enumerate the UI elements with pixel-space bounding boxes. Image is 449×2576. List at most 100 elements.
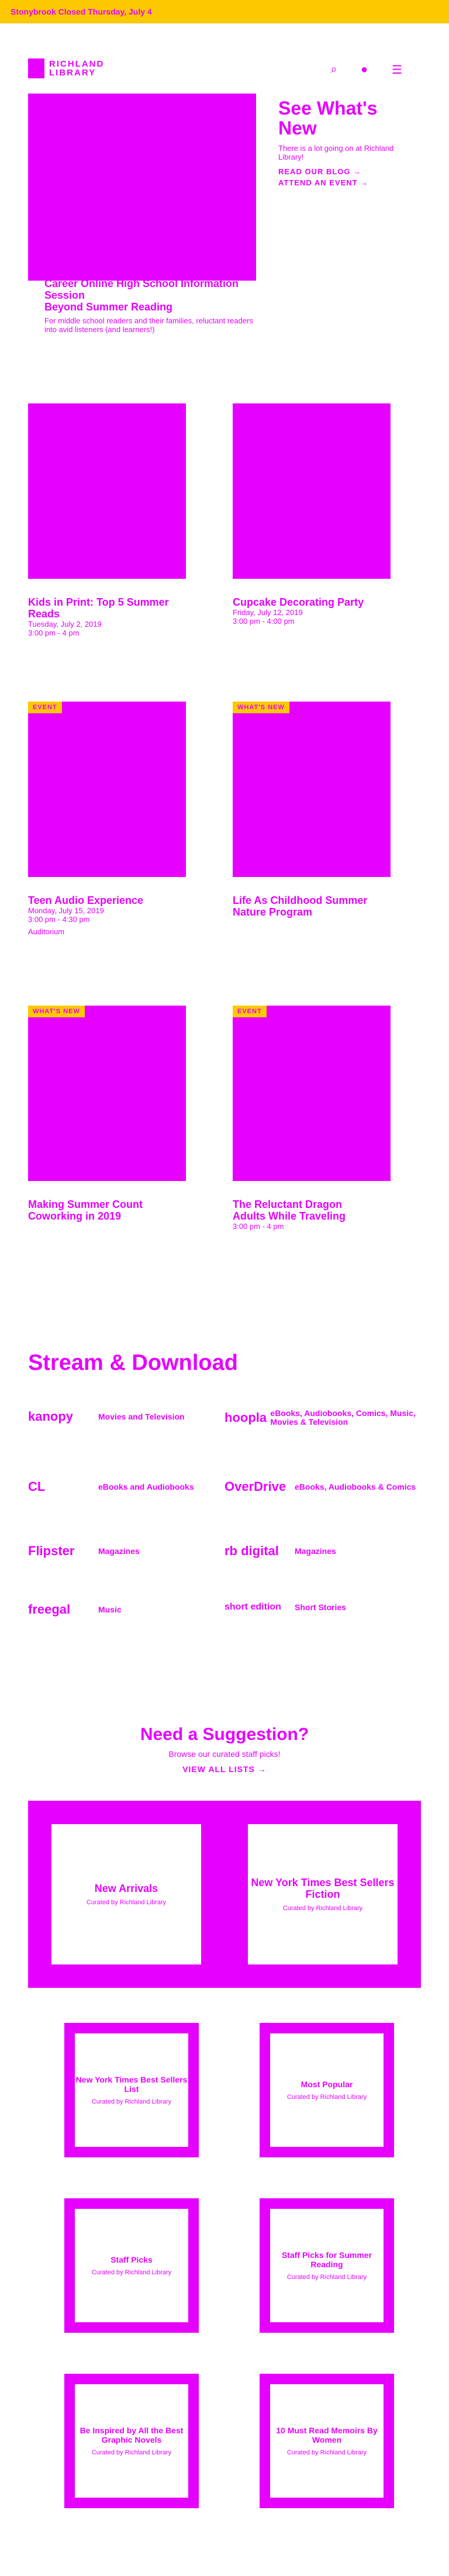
- list-card[interactable]: New York Times Best Sellers Fiction Curat…: [224, 1801, 421, 1988]
- list-sub: Curated by Richland Library: [91, 2269, 172, 2276]
- list-card[interactable]: 10 Must Read Memoirs By Women Curated by …: [260, 2374, 394, 2508]
- suggest-heading: Need a Suggestion?: [140, 1725, 309, 1744]
- card-subtitle: Adults While Traveling: [233, 1210, 346, 1222]
- overdrive-logo: OverDrive: [224, 1479, 286, 1494]
- flipster-logo: Flipster: [28, 1543, 75, 1558]
- news-card[interactable]: WHAT'S NEW Making Summer Count Coworking …: [28, 1006, 186, 1275]
- list-title: 10 Must Read Memoirs By Women: [276, 2426, 378, 2444]
- card-title: Kids in Print: Top 5 Summer Reads: [28, 596, 169, 620]
- stream-desc: eBooks and Audiobooks: [98, 1482, 194, 1491]
- card-badge: EVENT: [233, 1006, 267, 1017]
- card-subtitle: Coworking in 2019: [28, 1210, 122, 1222]
- list-title: Staff Picks for Summer Reading: [281, 2250, 372, 2269]
- card-title: Life As Childhood Summer Nature Program: [233, 895, 368, 918]
- card-image: [233, 403, 391, 579]
- stream-desc: Short Stories: [295, 1602, 346, 1612]
- card-time: 3:00 pm - 4 pm: [28, 629, 80, 637]
- hero-body: There is a lot going on at Richland Libr…: [278, 144, 394, 161]
- stream-item[interactable]: short edition Short Stories: [224, 1602, 417, 1612]
- search-icon[interactable]: ⌕: [327, 63, 340, 76]
- hero-text: See What's New There is a lot going on a…: [278, 98, 419, 187]
- hero-heading: See What's New: [278, 98, 378, 139]
- list-card[interactable]: Staff Picks Curated by Richland Library: [64, 2198, 199, 2333]
- card-time: 3:00 pm - 4:30 pm: [28, 915, 90, 924]
- stream-desc: eBooks, Audiobooks, Comics, Music, Movie…: [270, 1408, 416, 1427]
- card-title: The Reluctant Dragon: [233, 1199, 343, 1210]
- short-edition-logo: short edition: [224, 1602, 281, 1612]
- list-sub: Curated by Richland Library: [91, 2098, 172, 2105]
- rbdigital-logo: rb digital: [224, 1543, 279, 1558]
- card-title: Making Summer Count: [28, 1199, 143, 1210]
- card-title: Cupcake Decorating Party: [233, 596, 364, 608]
- stream-desc: Magazines: [295, 1546, 336, 1556]
- freegal-logo: freegal: [28, 1602, 71, 1617]
- stream-desc: Movies and Television: [98, 1411, 185, 1421]
- stream-item[interactable]: OverDrive eBooks, Audiobooks & Comics: [224, 1479, 417, 1494]
- card-title: Teen Audio Experience: [28, 895, 144, 906]
- feature-body: For middle school readers and their fami…: [44, 316, 253, 334]
- stream-desc: Magazines: [98, 1546, 140, 1556]
- list-title: New York Times Best Sellers Fiction: [251, 1877, 395, 1900]
- list-sub: Curated by Richland Library: [286, 2449, 367, 2456]
- card-badge: WHAT'S NEW: [28, 1006, 85, 1017]
- logo-text[interactable]: RICHLAND LIBRARY: [49, 60, 104, 77]
- card-time: 3:00 pm - 4:00 pm: [233, 617, 295, 626]
- alert-text[interactable]: Stonybrook Closed Thursday, July 4: [11, 7, 152, 16]
- stream-item[interactable]: freegal Music: [28, 1602, 215, 1617]
- stream-heading: Stream & Download: [28, 1351, 238, 1375]
- list-title: Staff Picks: [110, 2255, 153, 2264]
- event-card[interactable]: Kids in Print: Top 5 Summer Reads Tuesday…: [28, 403, 186, 672]
- list-sub: Curated by Richland Library: [91, 2449, 172, 2456]
- list-sub: Curated by Richland Library: [282, 1905, 363, 1912]
- account-icon[interactable]: ●: [358, 63, 371, 76]
- card-date: Monday, July 15, 2019: [28, 906, 104, 915]
- menu-icon[interactable]: ☰: [391, 63, 403, 77]
- list-title: New York Times Best Sellers List: [75, 2075, 188, 2094]
- cloud-library-logo: CL: [28, 1479, 46, 1494]
- stream-item[interactable]: Flipster Magazines: [28, 1543, 215, 1559]
- list-card[interactable]: New York Times Best Sellers List Curated …: [64, 2023, 199, 2157]
- list-card[interactable]: Most Popular Curated by Richland Library: [260, 2023, 394, 2157]
- hero-image[interactable]: [28, 94, 256, 281]
- attend-event-link[interactable]: ATTEND AN EVENT →: [278, 178, 419, 187]
- card-date: Friday, July 12, 2019: [233, 608, 303, 617]
- view-all-lists-link[interactable]: VIEW ALL LISTS →: [0, 1764, 449, 1774]
- stream-item[interactable]: kanopy Movies and Television: [28, 1409, 215, 1424]
- hoopla-logo: hoopla: [224, 1410, 267, 1425]
- feature-title[interactable]: Career Online High School Information Se…: [44, 278, 255, 301]
- stream-desc: Music: [98, 1604, 122, 1614]
- card-image: [28, 403, 186, 579]
- list-sub: Curated by Richland Library: [286, 2274, 367, 2281]
- event-card[interactable]: EVENT Teen Audio Experience Monday, July …: [28, 702, 186, 971]
- list-title: New Arrivals: [94, 1883, 158, 1894]
- card-image: [28, 1006, 186, 1181]
- read-blog-link[interactable]: READ OUR BLOG →: [278, 167, 419, 176]
- feature-text: Career Online High School Information Se…: [44, 278, 255, 334]
- logo-icon[interactable]: [28, 58, 44, 78]
- card-image: [28, 702, 186, 877]
- news-card[interactable]: WHAT'S NEW Life As Childhood Summer Natu…: [233, 702, 391, 971]
- list-title: Be Inspired by All the Best Graphic Nove…: [80, 2426, 184, 2444]
- card-date: Tuesday, July 2, 2019: [28, 620, 102, 629]
- feature-title-2[interactable]: Beyond Summer Reading: [44, 301, 255, 313]
- stream-item[interactable]: CL eBooks and Audiobooks: [28, 1479, 215, 1494]
- card-image: [233, 702, 391, 877]
- event-card[interactable]: EVENT The Reluctant Dragon Adults While T…: [233, 1006, 391, 1275]
- list-sub: Curated by Richland Library: [286, 2094, 367, 2101]
- list-title: Most Popular: [301, 2080, 353, 2089]
- card-image: [233, 1006, 391, 1181]
- stream-item[interactable]: hoopla eBooks, Audiobooks, Comics, Music,…: [224, 1409, 417, 1427]
- list-card[interactable]: Be Inspired by All the Best Graphic Nove…: [64, 2374, 199, 2508]
- alert-bar: Stonybrook Closed Thursday, July 4: [0, 0, 449, 23]
- card-badge: EVENT: [28, 702, 62, 713]
- list-sub: Curated by Richland Library: [86, 1899, 167, 1906]
- card-badge: WHAT'S NEW: [233, 702, 289, 713]
- list-card[interactable]: Staff Picks for Summer Reading Curated by…: [260, 2198, 394, 2333]
- event-card[interactable]: Cupcake Decorating Party Friday, July 12,…: [233, 403, 391, 672]
- card-location: Auditorium: [28, 927, 65, 936]
- list-card[interactable]: New Arrivals Curated by Richland Library: [28, 1801, 224, 1988]
- kanopy-logo: kanopy: [28, 1409, 74, 1424]
- stream-desc: eBooks, Audiobooks & Comics: [295, 1482, 416, 1491]
- suggest-sub: Browse our curated staff picks!: [168, 1749, 281, 1759]
- stream-item[interactable]: rb digital Magazines: [224, 1543, 417, 1559]
